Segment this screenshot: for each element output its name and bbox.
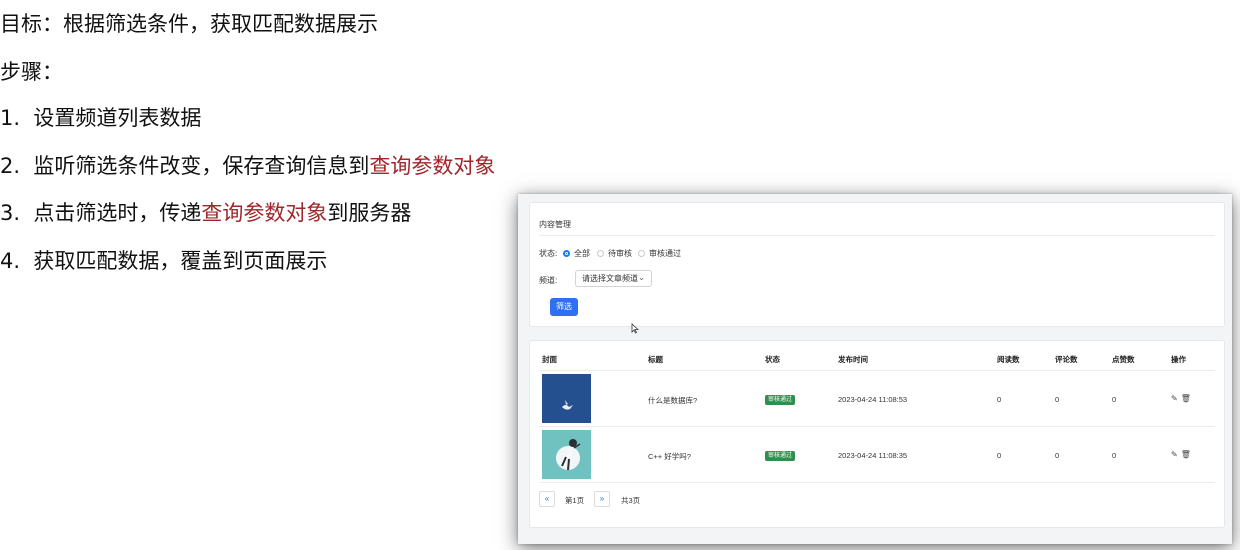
step-highlight: 查询参数对象	[369, 154, 496, 178]
col-header-actions: 操作	[1171, 355, 1186, 364]
like-count: 0	[1112, 451, 1117, 460]
step-2: 2. 监听筛选条件改变，保存查询信息到查询参数对象	[0, 152, 495, 180]
radio-icon	[597, 250, 604, 257]
goal-text: 目标：根据筛选条件，获取匹配数据展示	[0, 12, 378, 36]
filter-button[interactable]: 筛选	[550, 298, 578, 316]
step-number: 1.	[0, 106, 21, 130]
status-label: 状态:	[539, 249, 558, 258]
edit-icon[interactable]: ✎	[1171, 450, 1178, 459]
delete-icon[interactable]: 🗑	[1181, 394, 1191, 403]
publish-time: 2023-04-24 11:08:35	[838, 451, 908, 460]
read-count: 0	[997, 395, 1002, 404]
pagination-prev-button[interactable]: «	[539, 491, 555, 507]
radio-label: 待审核	[608, 249, 632, 258]
col-header-title: 标题	[648, 355, 663, 364]
publish-time: 2023-04-24 11:08:53	[838, 395, 908, 404]
comment-count: 0	[1055, 451, 1060, 460]
col-header-status: 状态	[765, 355, 780, 364]
step-highlight: 查询参数对象	[201, 201, 328, 225]
col-header-like: 点赞数	[1112, 355, 1135, 364]
edit-icon[interactable]: ✎	[1171, 394, 1178, 403]
row-actions: ✎ 🗑	[1171, 394, 1191, 403]
divider	[539, 235, 1215, 236]
cover-image	[542, 374, 591, 423]
step-number: 3.	[0, 201, 21, 225]
row-actions: ✎ 🗑	[1171, 450, 1191, 459]
radio-label: 审核通过	[649, 249, 681, 258]
comment-count: 0	[1055, 395, 1060, 404]
step-text: 监听筛选条件改变，保存查询信息到	[33, 154, 370, 178]
step-3: 3. 点击筛选时，传递查询参数对象到服务器	[0, 199, 411, 227]
row-divider	[539, 482, 1215, 483]
person-illustration-icon	[542, 430, 591, 479]
pagination-next-button[interactable]: »	[594, 491, 610, 507]
app-screenshot: 内容管理 状态: 全部 待审核 审核通过 频道: 请选择文章频道 ⌄ 筛选 封面…	[518, 194, 1232, 544]
breadcrumb[interactable]: 内容管理	[539, 219, 571, 230]
col-header-read: 阅读数	[997, 355, 1020, 364]
chevron-down-icon: ⌄	[638, 273, 645, 282]
channel-select[interactable]: 请选择文章频道 ⌄	[575, 270, 652, 287]
step-1: 1. 设置频道列表数据	[0, 104, 201, 132]
status-radio-pending[interactable]: 待审核	[597, 248, 632, 259]
step-text: 设置频道列表数据	[33, 106, 202, 130]
step-number: 2.	[0, 154, 21, 178]
col-header-cover: 封面	[542, 355, 557, 364]
step-4: 4. 获取匹配数据，覆盖到页面展示	[0, 247, 327, 275]
step-number: 4.	[0, 249, 21, 273]
status-badge: 审核通过	[765, 451, 796, 461]
pagination-current-page: 第1页	[565, 496, 585, 505]
channel-label: 频道:	[539, 276, 558, 285]
step-text-tail: 到服务器	[327, 201, 412, 225]
row-divider	[539, 426, 1215, 427]
results-card: 封面 标题 状态 发布时间 阅读数 评论数 点赞数 操作 什么是数据库? 审核通…	[529, 340, 1225, 528]
status-radio-all[interactable]: 全部	[563, 248, 590, 259]
cover-image	[542, 430, 591, 479]
status-badge: 审核通过	[765, 395, 796, 405]
bird-icon	[542, 374, 591, 423]
article-title: C++ 好学吗?	[648, 452, 691, 461]
article-title: 什么是数据库?	[648, 396, 698, 405]
channel-placeholder: 请选择文章频道	[582, 274, 638, 283]
radio-icon	[563, 250, 570, 257]
step-text: 获取匹配数据，覆盖到页面展示	[33, 249, 328, 273]
steps-heading: 步骤：	[0, 60, 63, 84]
radio-label: 全部	[574, 249, 590, 258]
col-header-pubdate: 发布时间	[838, 355, 868, 364]
col-header-comment: 评论数	[1055, 355, 1078, 364]
filter-card: 内容管理 状态: 全部 待审核 审核通过 频道: 请选择文章频道 ⌄ 筛选	[529, 202, 1225, 334]
radio-icon	[638, 250, 645, 257]
header-divider	[539, 370, 1215, 371]
like-count: 0	[1112, 395, 1117, 404]
delete-icon[interactable]: 🗑	[1181, 450, 1191, 459]
pagination-total: 共3页	[621, 496, 641, 505]
status-radio-approved[interactable]: 审核通过	[638, 248, 681, 259]
step-text: 点击筛选时，传递	[33, 201, 202, 225]
mouse-cursor-icon	[631, 323, 639, 334]
read-count: 0	[997, 451, 1002, 460]
